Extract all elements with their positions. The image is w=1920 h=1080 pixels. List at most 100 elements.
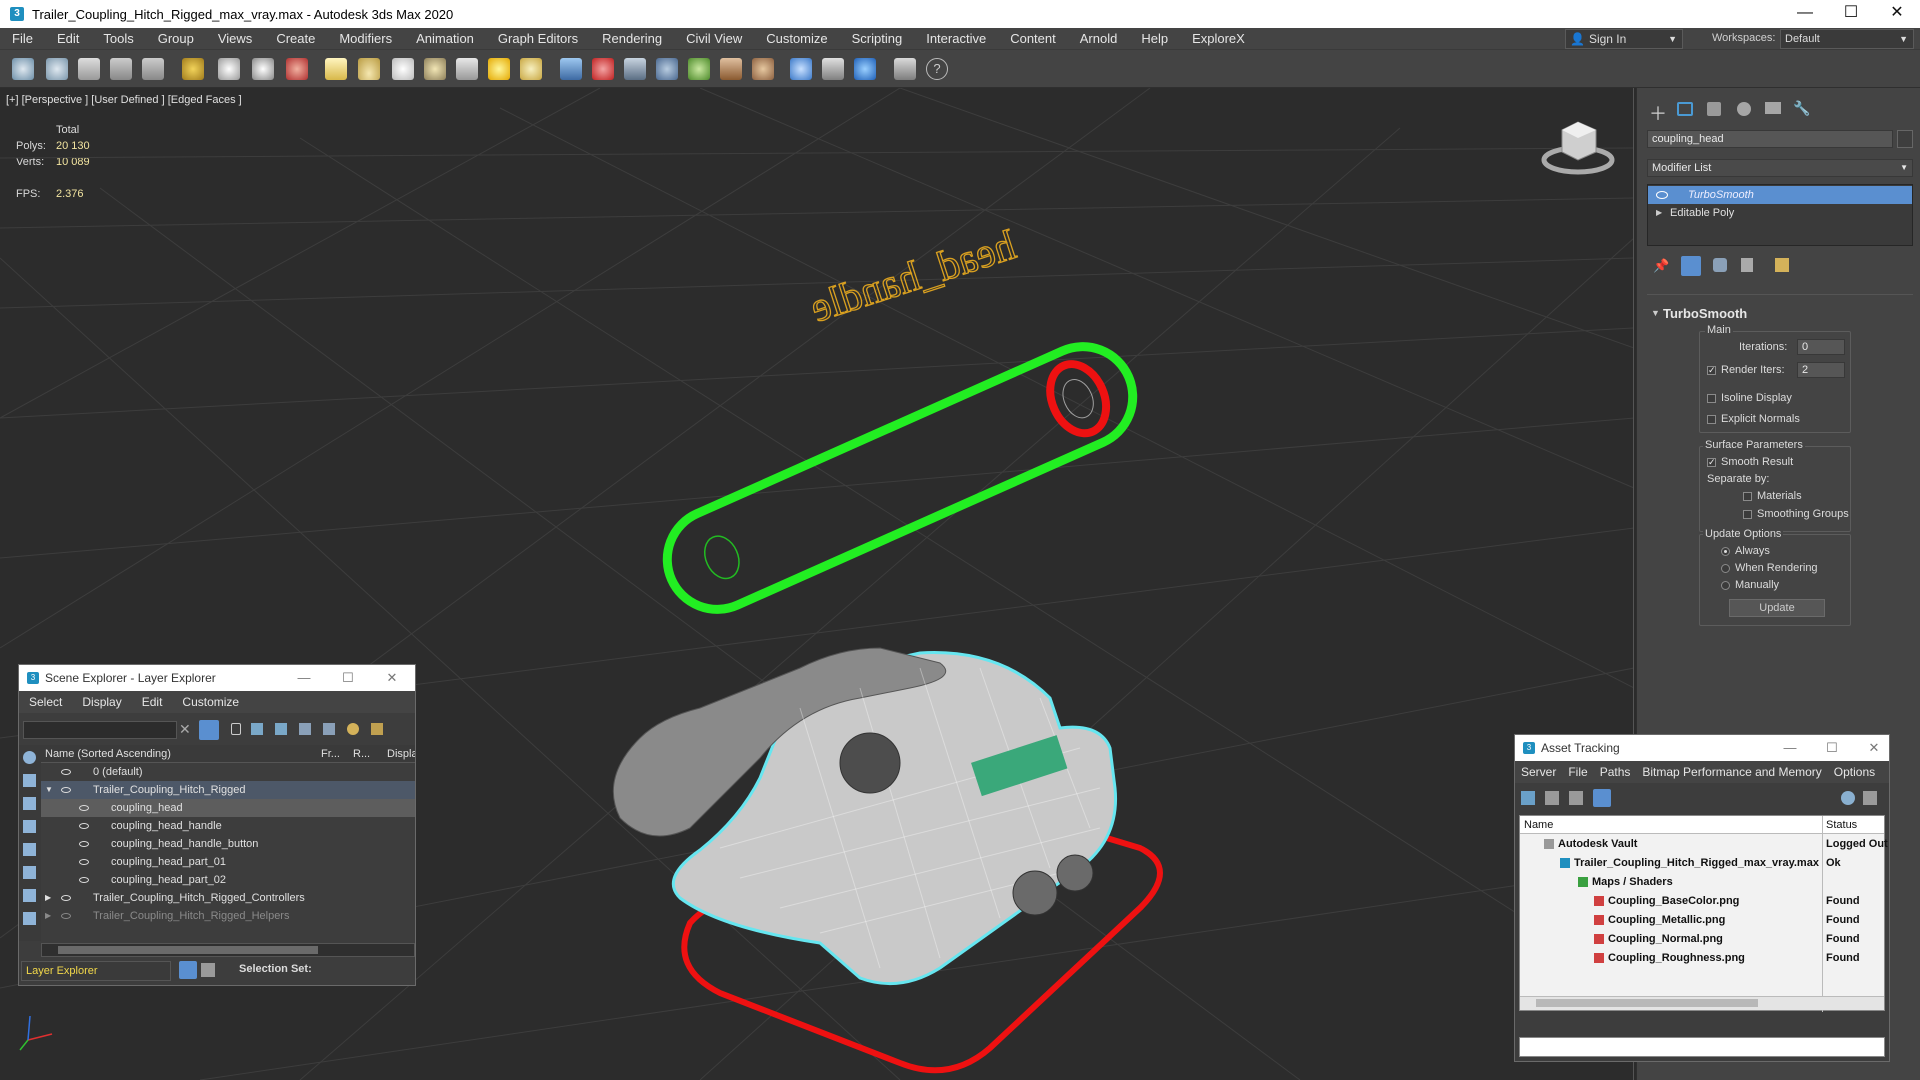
stack-item-editable-poly[interactable]: Editable Poly — [1648, 204, 1912, 222]
always-radio[interactable] — [1721, 547, 1730, 556]
minimize-button[interactable]: — — [1775, 735, 1805, 761]
tree-row[interactable]: coupling_head_part_01 — [41, 853, 415, 871]
undo-icon[interactable] — [12, 58, 34, 80]
select-by-name-icon[interactable] — [252, 58, 274, 80]
menu-scripting[interactable]: Scripting — [840, 28, 915, 50]
list-view-icon[interactable] — [1545, 791, 1559, 805]
configure-sets-icon[interactable] — [1775, 258, 1789, 272]
add-to-layer-icon[interactable] — [275, 723, 287, 735]
table-row[interactable]: Coupling_Roughness.png Found — [1520, 949, 1884, 967]
explorer-mode-dropdown[interactable]: Layer Explorer — [21, 961, 171, 981]
tree-view-icon[interactable] — [1569, 791, 1583, 805]
scrollbar-thumb[interactable] — [58, 946, 318, 954]
smoothing-groups-checkbox[interactable] — [1743, 510, 1752, 519]
menu-edit[interactable]: Edit — [132, 695, 173, 709]
motion-tab-icon[interactable] — [1737, 102, 1751, 116]
update-button[interactable]: Update — [1729, 599, 1825, 617]
stack-item-turbosmooth[interactable]: TurboSmooth — [1648, 186, 1912, 204]
iterations-spinner[interactable]: 0 — [1797, 339, 1845, 355]
expand-triangle-icon[interactable]: ▶ — [45, 889, 51, 907]
col-name-header[interactable]: Name — [1524, 816, 1553, 834]
menu-file[interactable]: File — [0, 28, 45, 50]
pin-stack-icon[interactable]: 📌 — [1653, 258, 1669, 274]
col-frozen-header[interactable]: Fr... — [321, 745, 340, 763]
minimize-button[interactable]: — — [1782, 0, 1828, 28]
manually-radio[interactable] — [1721, 581, 1730, 590]
menu-arnold[interactable]: Arnold — [1068, 28, 1130, 50]
workspaces-select[interactable]: Default ▼ — [1780, 29, 1914, 49]
settings-icon[interactable] — [1863, 791, 1877, 805]
layer-manager-icon[interactable] — [624, 58, 646, 80]
tree-row[interactable]: coupling_head_part_02 — [41, 871, 415, 889]
sphere-icon[interactable] — [358, 58, 380, 80]
create-layer-icon[interactable] — [251, 723, 263, 735]
eye-icon[interactable] — [61, 913, 71, 919]
menu-group[interactable]: Group — [146, 28, 206, 50]
refresh-icon[interactable] — [1521, 791, 1535, 805]
torus-icon[interactable] — [424, 58, 446, 80]
rectangular-selection-icon[interactable] — [286, 58, 308, 80]
menu-modifiers[interactable]: Modifiers — [327, 28, 404, 50]
settings-icon[interactable] — [371, 723, 383, 735]
turbosmooth-rollout-title[interactable]: TurboSmooth — [1663, 306, 1747, 321]
cone-icon[interactable] — [456, 58, 478, 80]
close-button[interactable]: ✕ — [1874, 0, 1920, 28]
menu-content[interactable]: Content — [998, 28, 1068, 50]
menu-options[interactable]: Options — [1828, 765, 1881, 779]
asset-tracking-titlebar[interactable]: 3 Asset Tracking — ☐ ✕ — [1515, 735, 1889, 761]
table-view-icon[interactable] — [1593, 789, 1611, 807]
geometry-filter-icon[interactable] — [23, 774, 36, 787]
tree-row[interactable]: coupling_head_handle_button — [41, 835, 415, 853]
tree-row[interactable]: 0 (default) — [41, 763, 415, 781]
active-layer-icon[interactable] — [323, 723, 335, 735]
object-color-swatch[interactable] — [1897, 130, 1913, 148]
layers-filter-icon[interactable] — [23, 866, 36, 879]
show-end-result-icon[interactable] — [1681, 256, 1701, 276]
layer-explorer-icon[interactable] — [179, 961, 197, 979]
box-icon[interactable] — [325, 58, 347, 80]
hierarchy-icon[interactable] — [201, 963, 215, 977]
shapes-filter-icon[interactable] — [23, 797, 36, 810]
search-input[interactable] — [23, 721, 177, 739]
horizontal-scrollbar[interactable] — [41, 943, 415, 957]
hair-fur-icon[interactable] — [720, 58, 742, 80]
geosphere-icon[interactable] — [392, 58, 414, 80]
curve-editor-icon[interactable] — [656, 58, 678, 80]
eye-icon[interactable] — [79, 859, 89, 865]
tree-row[interactable]: coupling_head_handle — [41, 817, 415, 835]
isoline-display-checkbox[interactable] — [1707, 394, 1716, 403]
redo-icon[interactable] — [46, 58, 68, 80]
render-iters-checkbox[interactable]: ✓ — [1707, 366, 1716, 375]
eye-icon[interactable] — [1656, 191, 1668, 199]
expand-triangle-icon[interactable]: ▼ — [45, 781, 53, 799]
render-iters-spinner[interactable]: 2 — [1797, 362, 1845, 378]
scrollbar-thumb[interactable] — [1536, 999, 1758, 1007]
bind-space-warp-icon[interactable] — [142, 58, 164, 80]
menu-rendering[interactable]: Rendering — [590, 28, 674, 50]
eye-icon[interactable] — [79, 823, 89, 829]
col-render-header[interactable]: R... — [353, 745, 370, 763]
modify-tab-icon[interactable] — [1677, 102, 1693, 116]
lock-icon[interactable] — [231, 723, 241, 735]
align-icon[interactable] — [592, 58, 614, 80]
sign-in-dropdown[interactable]: 👤 Sign In ▼ — [1565, 29, 1683, 49]
table-row[interactable]: Coupling_BaseColor.png Found — [1520, 892, 1884, 910]
menu-explorex[interactable]: ExploreX — [1180, 28, 1257, 50]
menu-file[interactable]: File — [1562, 765, 1593, 779]
utilities-tab-icon[interactable]: 🔧 — [1793, 100, 1810, 117]
menu-help[interactable]: Help — [1129, 28, 1180, 50]
tree-row[interactable]: ▶ Trailer_Coupling_Hitch_Rigged_Helpers — [41, 907, 415, 925]
table-row[interactable]: Coupling_Normal.png Found — [1520, 930, 1884, 948]
close-button[interactable]: ✕ — [1859, 735, 1889, 761]
mirror-icon[interactable] — [560, 58, 582, 80]
menu-customize[interactable]: Customize — [172, 695, 249, 709]
hierarchy-tab-icon[interactable] — [1707, 102, 1721, 116]
scene-explorer-titlebar[interactable]: 3 Scene Explorer - Layer Explorer — ☐ ✕ — [19, 665, 415, 691]
materials-checkbox[interactable] — [1743, 492, 1752, 501]
menu-server[interactable]: Server — [1515, 765, 1562, 779]
remove-modifier-icon[interactable] — [1741, 258, 1753, 272]
material-editor-icon[interactable] — [752, 58, 774, 80]
eye-icon[interactable] — [79, 877, 89, 883]
asset-path-field[interactable] — [1519, 1037, 1885, 1057]
menu-customize[interactable]: Customize — [754, 28, 839, 50]
